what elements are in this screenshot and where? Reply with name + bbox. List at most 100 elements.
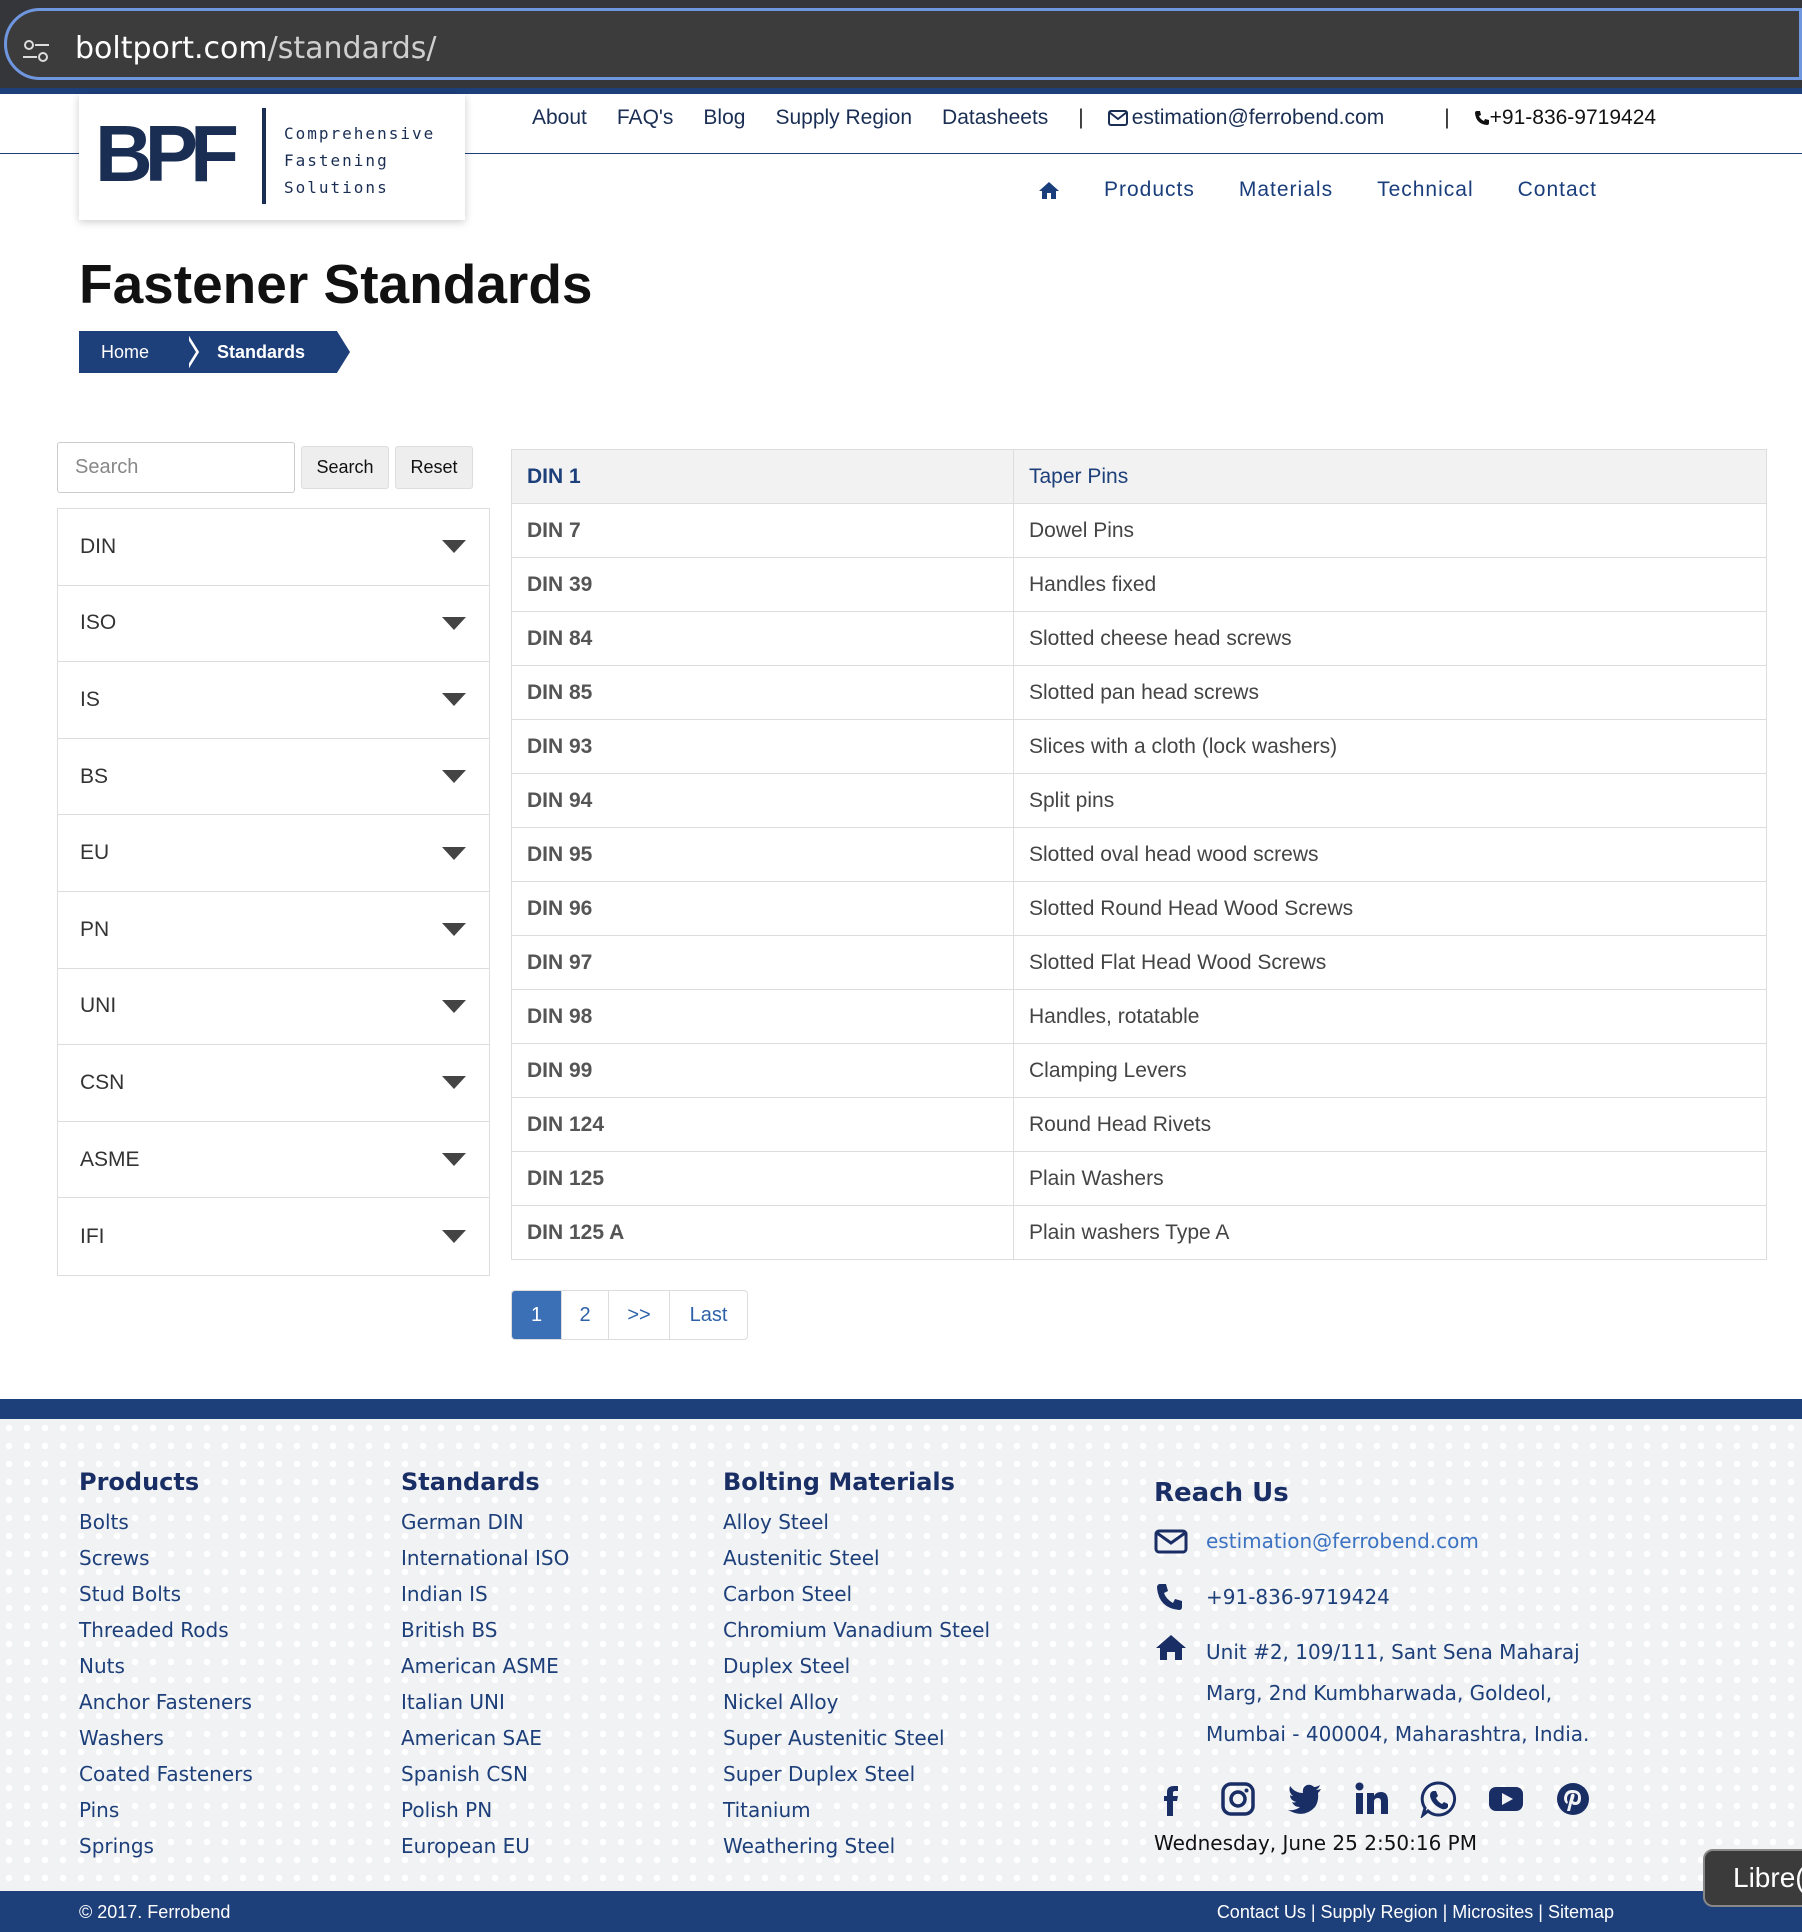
libre-overlay-tab[interactable]: Libre( [1703,1849,1802,1907]
linkedin-icon[interactable] [1353,1780,1391,1818]
footer-link[interactable]: Carbon Steel [723,1576,990,1612]
footer-link[interactable]: International ISO [401,1540,569,1576]
table-row[interactable]: DIN 93 Slices with a cloth (lock washers) [511,719,1767,774]
footer-link[interactable]: Super Duplex Steel [723,1756,990,1792]
footer-link[interactable]: Anchor Fasteners [79,1684,253,1720]
category-ifi[interactable]: IFI [58,1198,489,1275]
footer-link[interactable]: British BS [401,1612,569,1648]
standard-description[interactable]: Slices with a cloth (lock washers) [1013,719,1767,774]
footer-link[interactable]: German DIN [401,1504,569,1540]
standard-description[interactable]: Slotted oval head wood screws [1013,827,1767,882]
pinterest-icon[interactable] [1554,1780,1592,1818]
footer-link[interactable]: Coated Fasteners [79,1756,253,1792]
standard-code[interactable]: DIN 125 [511,1151,1014,1206]
url-text[interactable]: boltport.com/standards/ [75,31,437,66]
footer-link[interactable]: Spanish CSN [401,1756,569,1792]
footer-link[interactable]: Super Austenitic Steel [723,1720,990,1756]
top-link-datasheets[interactable]: Datasheets [942,106,1048,130]
standard-code[interactable]: DIN 7 [511,503,1014,558]
standard-description[interactable]: Plain Washers [1013,1151,1767,1206]
home-icon[interactable] [1038,180,1060,200]
table-row[interactable]: DIN 85 Slotted pan head screws [511,665,1767,720]
footer-link[interactable]: Polish PN [401,1792,569,1828]
footer-link[interactable]: European EU [401,1828,569,1864]
footer-link[interactable]: Duplex Steel [723,1648,990,1684]
footer-link[interactable]: Titanium [723,1792,990,1828]
category-uni[interactable]: UNI [58,969,489,1046]
standard-code[interactable]: DIN 98 [511,989,1014,1044]
table-row[interactable]: DIN 99 Clamping Levers [511,1043,1767,1098]
footer-link[interactable]: Washers [79,1720,253,1756]
whatsapp-icon[interactable] [1420,1780,1458,1818]
standard-code[interactable]: DIN 93 [511,719,1014,774]
standard-description[interactable]: Slotted cheese head screws [1013,611,1767,666]
footer-link[interactable]: Stud Bolts [79,1576,253,1612]
youtube-icon[interactable] [1487,1780,1525,1818]
footer-link[interactable]: Bolts [79,1504,253,1540]
footer-link[interactable]: Threaded Rods [79,1612,253,1648]
site-settings-icon[interactable] [21,39,51,63]
site-logo[interactable]: BPF Comprehensive Fastening Solutions [79,94,465,220]
footer-link[interactable]: Italian UNI [401,1684,569,1720]
footer-link[interactable]: Springs [79,1828,253,1864]
standard-description[interactable]: Slotted Round Head Wood Screws [1013,881,1767,936]
category-eu[interactable]: EU [58,815,489,892]
standard-code[interactable]: DIN 96 [511,881,1014,936]
standard-description[interactable]: Clamping Levers [1013,1043,1767,1098]
top-link-blog[interactable]: Blog [703,106,745,130]
table-row[interactable]: DIN 94 Split pins [511,773,1767,828]
search-button[interactable]: Search [301,446,389,489]
table-row[interactable]: DIN 39 Handles fixed [511,557,1767,612]
address-bar[interactable]: boltport.com/standards/ [4,8,1802,80]
nav-products[interactable]: Products [1104,178,1195,202]
table-row[interactable]: DIN 125 A Plain washers Type A [511,1205,1767,1260]
standard-code[interactable]: DIN 85 [511,665,1014,720]
top-link-supply-region[interactable]: Supply Region [775,106,912,130]
footer-link[interactable]: Weathering Steel [723,1828,990,1864]
category-pn[interactable]: PN [58,892,489,969]
standard-code[interactable]: DIN 97 [511,935,1014,990]
footer-link[interactable]: Alloy Steel [723,1504,990,1540]
table-row[interactable]: DIN 98 Handles, rotatable [511,989,1767,1044]
instagram-icon[interactable] [1219,1780,1257,1818]
footer-link[interactable]: Austenitic Steel [723,1540,990,1576]
standard-code[interactable]: DIN 125 A [511,1205,1014,1260]
standard-code[interactable]: DIN 99 [511,1043,1014,1098]
header-email-link[interactable]: estimation@ferrobend.com [1107,106,1414,130]
footer-phone-link[interactable]: +91-836-9719424 [1154,1582,1390,1612]
last-page-button[interactable]: Last [670,1291,747,1339]
footer-link[interactable]: Pins [79,1792,253,1828]
category-din[interactable]: DIN [58,509,489,586]
standard-description[interactable]: Slotted Flat Head Wood Screws [1013,935,1767,990]
category-csn[interactable]: CSN [58,1045,489,1122]
standard-code[interactable]: DIN 95 [511,827,1014,882]
breadcrumb-home[interactable]: Home [79,331,189,373]
category-iso[interactable]: ISO [58,586,489,663]
nav-contact[interactable]: Contact [1518,178,1597,202]
footer-link[interactable]: Nuts [79,1648,253,1684]
footer-link[interactable]: American ASME [401,1648,569,1684]
standard-description[interactable]: Round Head Rivets [1013,1097,1767,1152]
category-asme[interactable]: ASME [58,1122,489,1199]
standard-code[interactable]: DIN 39 [511,557,1014,612]
standard-description[interactable]: Taper Pins [1013,449,1767,504]
reset-button[interactable]: Reset [395,446,473,489]
nav-technical[interactable]: Technical [1377,178,1474,202]
standard-description[interactable]: Handles, rotatable [1013,989,1767,1044]
bottom-links[interactable]: Contact Us | Supply Region | Microsites … [1217,1902,1614,1923]
category-bs[interactable]: BS [58,739,489,816]
footer-link[interactable]: Chromium Vanadium Steel [723,1612,990,1648]
standard-description[interactable]: Slotted pan head screws [1013,665,1767,720]
table-row[interactable]: DIN 97 Slotted Flat Head Wood Screws [511,935,1767,990]
footer-link[interactable]: American SAE [401,1720,569,1756]
search-input[interactable] [57,442,295,493]
facebook-icon[interactable] [1152,1780,1190,1818]
standard-description[interactable]: Split pins [1013,773,1767,828]
page-2-button[interactable]: 2 [562,1291,609,1339]
table-row[interactable]: DIN 125 Plain Washers [511,1151,1767,1206]
twitter-icon[interactable] [1286,1780,1324,1818]
top-link-about[interactable]: About [532,106,587,130]
page-1-button[interactable]: 1 [512,1291,562,1339]
table-row[interactable]: DIN 95 Slotted oval head wood screws [511,827,1767,882]
footer-email-link[interactable]: estimation@ferrobend.com [1154,1526,1479,1556]
